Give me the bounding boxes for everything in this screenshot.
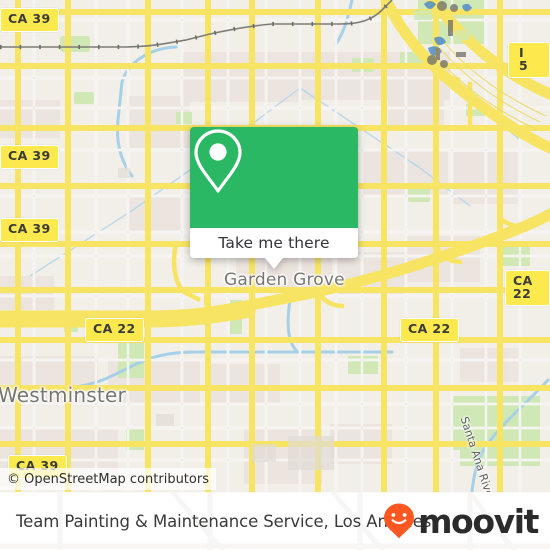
- take-me-there-label: Take me there: [218, 234, 330, 252]
- take-me-there-button[interactable]: Take me there: [190, 228, 358, 258]
- moovit-map-screenshot: Garden Grove Westminster Santa Ana River…: [0, 0, 550, 550]
- moovit-pin-logo-icon: [384, 503, 415, 539]
- highway-shield-ca22-mid[interactable]: CA 22: [400, 318, 459, 342]
- location-popup-card[interactable]: Take me there: [190, 127, 358, 269]
- highway-shield-ca39-lower[interactable]: CA 39: [0, 218, 59, 242]
- place-label-garden-grove: Garden Grove: [224, 270, 345, 290]
- highway-shield-ca39-mid[interactable]: CA 39: [0, 145, 59, 169]
- place-label-westminster: Westminster: [0, 383, 126, 407]
- osm-attribution[interactable]: © OpenStreetMap contributors: [0, 468, 216, 490]
- map-pin-icon: [194, 129, 242, 193]
- highway-shield-ca39-top[interactable]: CA 39: [0, 8, 59, 32]
- popup-tail-pointer: [265, 258, 283, 269]
- popup-pin-panel[interactable]: [190, 127, 358, 228]
- highway-shield-i5[interactable]: I 5: [508, 42, 550, 78]
- moovit-wordmark: moovit: [418, 501, 539, 541]
- moovit-brand[interactable]: moovit: [381, 501, 539, 541]
- footer-bar: Team Painting & Maintenance Service, Los…: [0, 492, 550, 550]
- map-canvas[interactable]: Garden Grove Westminster Santa Ana River…: [0, 0, 550, 492]
- footer-place-title: Team Painting & Maintenance Service, Los…: [16, 511, 432, 531]
- highway-shield-ca22-right[interactable]: CA 22: [505, 270, 550, 306]
- highway-shield-ca22-left[interactable]: CA 22: [85, 318, 144, 342]
